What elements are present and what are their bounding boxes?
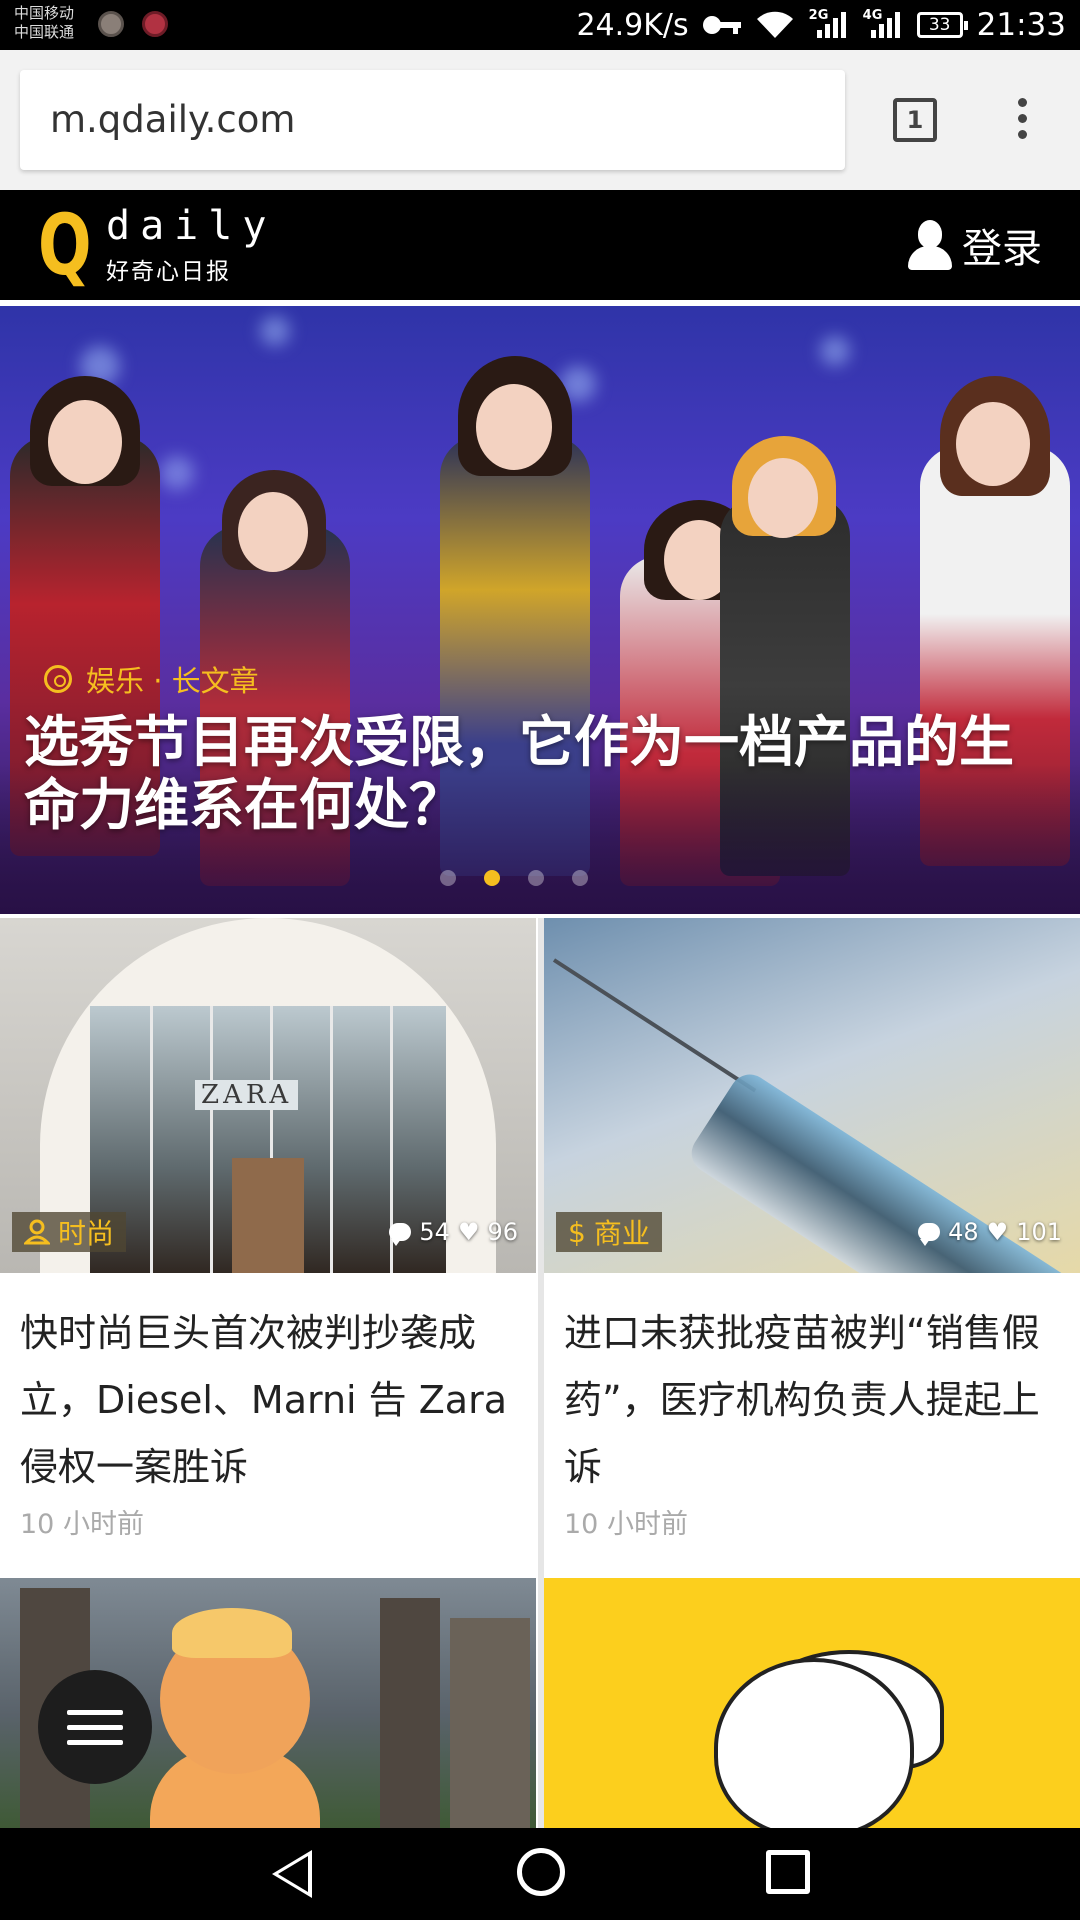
clock: 21:33	[976, 7, 1066, 43]
net-speed: 24.9K/s	[576, 7, 689, 43]
back-icon[interactable]	[272, 1850, 312, 1898]
carrier-names: 中国移动 中国联通	[14, 4, 74, 42]
wifi-icon	[756, 11, 793, 38]
notification-app-icon	[98, 11, 124, 37]
comment-count: 54	[419, 1218, 450, 1246]
carrier-1: 中国移动	[14, 4, 75, 22]
disc-icon	[44, 665, 72, 693]
article-title[interactable]: 进口未获批疫苗被判“销售假药”，医疗机构负责人提起上诉	[564, 1300, 1064, 1501]
like-count: 101	[1016, 1218, 1062, 1246]
hero-carousel[interactable]: 娱乐 · 长文章 选秀节目再次受限，它作为一档产品的生命力维系在何处？	[0, 306, 1080, 914]
vpn-key-icon	[702, 14, 741, 36]
status-bar: 中国移动 中国联通 24.9K/s 2G 4G 33 21:33	[0, 0, 1080, 50]
category-tag[interactable]: $ 商业	[556, 1212, 662, 1252]
logo-wordmark: daily	[106, 203, 277, 249]
notification-app-icon	[142, 11, 168, 37]
heart-icon: ♥	[457, 1218, 480, 1246]
browser-toolbar: m.qdaily.com 1	[0, 50, 1080, 190]
logo-q: Q	[38, 196, 92, 294]
carousel-dot[interactable]	[440, 870, 456, 886]
battery-icon: 33	[916, 12, 968, 38]
system-nav-bar	[0, 1828, 1080, 1920]
article-image[interactable]	[544, 1578, 1080, 1828]
signal-icon: 2G	[809, 8, 849, 40]
card-stats: 54 ♥ 96	[389, 1212, 518, 1252]
carousel-dot[interactable]	[572, 870, 588, 886]
carousel-dot-active[interactable]	[484, 870, 500, 886]
article-card[interactable]: $ 商业 48 ♥ 101 进口未获批疫苗被判“销售假药”，医疗机构负责人提起上…	[544, 918, 1080, 1568]
person-icon	[24, 1219, 50, 1245]
comment-icon	[389, 1223, 412, 1246]
hamburger-icon	[67, 1709, 123, 1715]
category-label: 时尚	[58, 1217, 115, 1250]
logo-subtitle: 好奇心日报	[106, 259, 231, 285]
menu-button[interactable]	[38, 1670, 152, 1784]
article-title[interactable]: 快时尚巨头首次被判抄袭成立，Diesel、Marni 告 Zara 侵权一案胜诉	[20, 1300, 520, 1501]
site-header: Q daily 好奇心日报 登录	[0, 190, 1080, 300]
comment-count: 48	[948, 1218, 979, 1246]
url-text[interactable]: m.qdaily.com	[50, 70, 295, 170]
carrier-2: 中国联通	[14, 23, 75, 41]
login-label: 登录	[962, 226, 1042, 272]
article-card[interactable]	[544, 1578, 1080, 1828]
signal-icon: 4G	[863, 8, 903, 40]
like-count: 96	[487, 1218, 518, 1246]
heart-icon: ♥	[986, 1218, 1009, 1246]
hero-title[interactable]: 选秀节目再次受限，它作为一档产品的生命力维系在何处？	[24, 711, 1044, 837]
tab-switcher-button[interactable]: 1	[893, 98, 937, 142]
zara-sign: ZARA	[195, 1080, 299, 1110]
url-bar[interactable]: m.qdaily.com	[20, 70, 845, 170]
article-card[interactable]: ZARA 时尚 54 ♥ 96 快时尚巨头首次被判抄袭成立，Diesel、Mar…	[0, 918, 536, 1568]
carousel-dot[interactable]	[528, 870, 544, 886]
status-icons: 24.9K/s 2G 4G 33 21:33	[576, 0, 1066, 50]
login-button[interactable]: 登录	[908, 190, 1042, 300]
article-time: 10 小时前	[564, 1509, 688, 1540]
comment-icon	[918, 1223, 941, 1246]
browser-menu-icon[interactable]	[1012, 98, 1032, 144]
category-tag[interactable]: 时尚	[12, 1212, 127, 1252]
hero-category[interactable]: 娱乐 · 长文章	[86, 658, 259, 700]
article-time: 10 小时前	[20, 1509, 144, 1540]
user-icon	[908, 220, 952, 270]
dollar-icon: $	[568, 1215, 586, 1249]
card-stats: 48 ♥ 101	[918, 1212, 1062, 1252]
category-label: 商业	[593, 1217, 650, 1250]
home-icon[interactable]	[517, 1848, 565, 1896]
recent-apps-icon[interactable]	[766, 1850, 810, 1894]
carousel-dots	[440, 870, 588, 886]
hero-meta: 娱乐 · 长文章	[44, 658, 259, 700]
